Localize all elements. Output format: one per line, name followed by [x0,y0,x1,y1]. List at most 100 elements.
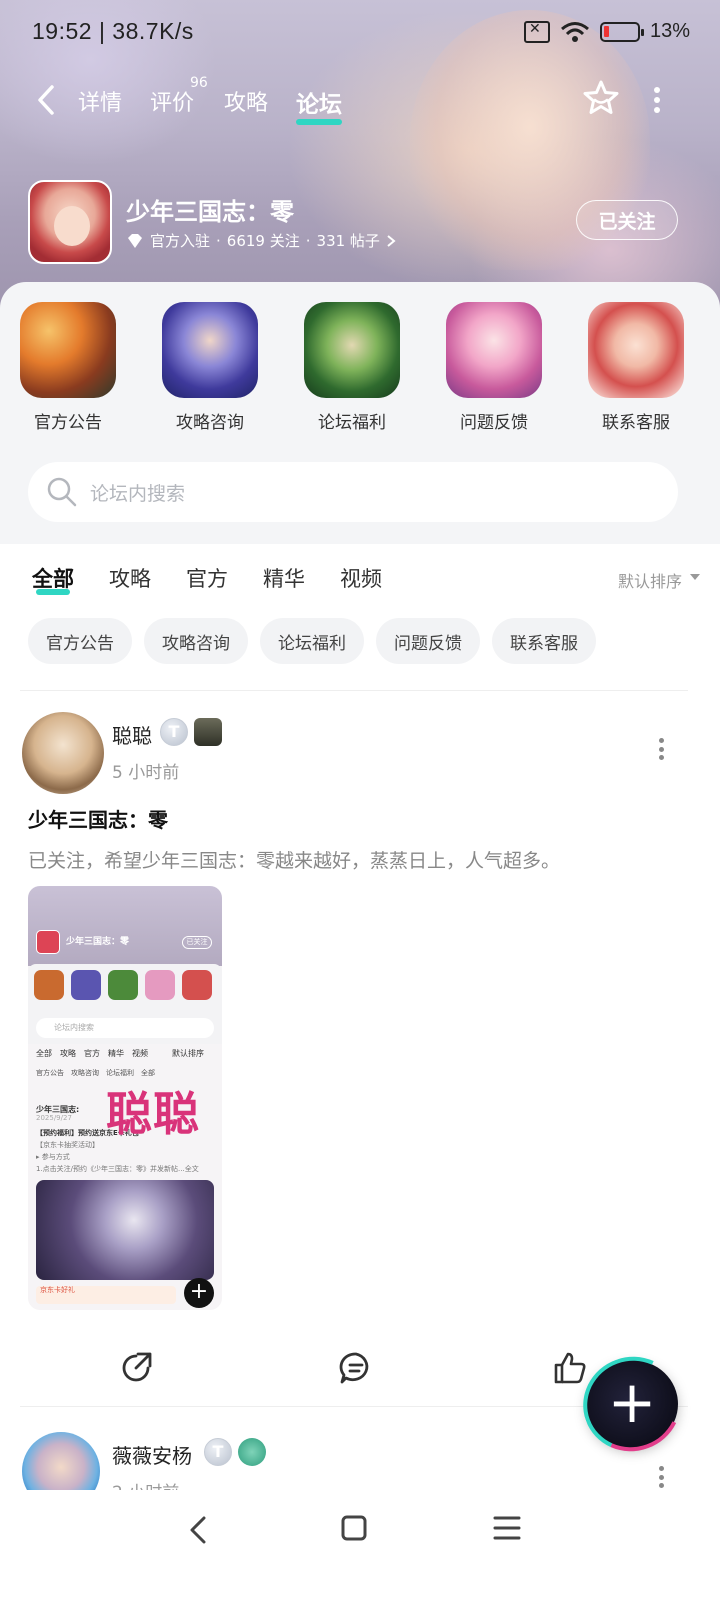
chip-customer-service[interactable]: 联系客服 [492,618,596,664]
category-forum-benefit[interactable]: 论坛福利 [297,302,407,433]
forum-panel: 官方公告 攻略咨询 论坛福利 问题反馈 联系客服 论坛内搜索 [0,282,720,544]
system-home-icon[interactable] [340,1514,368,1542]
post-body: 已关注，希望少年三国志：零越来越好，蒸蒸日上，人气超多。 [28,850,561,872]
category-guide-consult[interactable]: 攻略咨询 [155,302,265,433]
game-meta[interactable]: 官方入驻 · 6619 关注 · 331 帖子 [126,230,396,251]
more-options-icon[interactable] [652,87,662,113]
tab-guides[interactable]: 攻略 [224,85,268,117]
mini-hero-art [36,1180,214,1280]
post-title: 少年三国志：零 [28,808,168,832]
hat-badge-icon [194,718,222,746]
diamond-icon [128,233,142,248]
category-customer-service[interactable]: 联系客服 [581,302,691,433]
comment-icon[interactable] [338,1350,374,1386]
like-icon[interactable] [552,1350,588,1386]
status-icons: 13% [523,20,690,43]
chip-guide-consult[interactable]: 攻略咨询 [144,618,248,664]
mini-follow: 已关注 [182,936,212,949]
sort-dropdown[interactable]: 默认排序 [618,568,682,592]
no-sim-icon [523,20,550,43]
tab-forum[interactable]: 论坛 [296,85,342,125]
filter-tab-all[interactable]: 全部 [32,563,74,595]
watermark-text: 聪聪 [106,1087,200,1141]
mini-cat-thumb [145,970,175,1000]
search-icon [47,477,77,507]
filter-tab-video[interactable]: 视频 [340,563,382,593]
create-post-button[interactable]: + [586,1360,678,1448]
customer-service-thumb [588,302,684,398]
mini-header [28,886,222,966]
post-time: 5 小时前 [112,763,180,783]
mini-tabs: 全部 攻略 官方 精华 视频 默认排序 [36,1049,204,1058]
level-badge-icon: T [160,718,188,746]
mini-line: 1.点击关注/预约《少年三国志：零》并发新帖...全文 [36,1165,199,1173]
meta-separator: · [305,231,311,250]
category-label: 官方公告 [34,413,102,433]
filter-tab-label: 全部 [32,567,74,591]
level-badge-icon: T [204,1438,232,1466]
favorite-star-icon[interactable] [582,79,620,117]
system-back-icon[interactable] [184,1512,212,1548]
chip-official-notice[interactable]: 官方公告 [28,618,132,664]
tag-chips: 官方公告 攻略咨询 论坛福利 问题反馈 联系客服 [28,618,596,664]
filter-tab-guides[interactable]: 攻略 [109,563,151,593]
mini-post-date: 2025/9/27 [36,1114,72,1122]
chip-feedback[interactable]: 问题反馈 [376,618,480,664]
mini-title: 少年三国志：零 [66,937,130,947]
game-info: 少年三国志：零 官方入驻 · 6619 关注 · 331 帖子 已关注 [0,180,720,266]
mini-chips: 官方公告 攻略咨询 论坛福利 全部 [36,1069,155,1077]
avatar[interactable] [22,712,104,794]
reviews-count-badge: 96 [190,75,208,91]
meta-separator: · [216,231,221,250]
forum-benefit-thumb [304,302,400,398]
official-notice-thumb [20,302,116,398]
follow-count: 6619 关注 [226,232,300,250]
category-feedback[interactable]: 问题反馈 [439,302,549,433]
forum-search-input[interactable]: 论坛内搜索 [28,462,678,522]
active-tab-indicator [296,119,342,125]
tab-forum-label: 论坛 [296,92,342,118]
search-placeholder: 论坛内搜索 [90,482,186,505]
plus-icon: + [607,1368,657,1436]
mini-ad: 京东卡好礼 [36,1286,176,1304]
post-username[interactable]: 聪聪 [112,720,152,749]
status-bar: 19:52 | 38.7K/s 13% [0,0,720,68]
category-label: 论坛福利 [318,413,386,433]
category-shortcuts: 官方公告 攻略咨询 论坛福利 问题反馈 联系客服 [0,302,720,442]
chip-forum-benefit[interactable]: 论坛福利 [260,618,364,664]
back-arrow-icon[interactable] [34,83,58,117]
guide-consult-thumb [162,302,258,398]
caret-down-icon [690,574,700,580]
game-title: 少年三国志：零 [126,198,294,226]
game-icon[interactable] [28,180,112,264]
system-menu-icon[interactable] [492,1514,522,1542]
mini-game-icon [36,930,60,954]
tab-details[interactable]: 详情 [78,85,122,117]
filter-tab-featured[interactable]: 精华 [263,563,305,593]
post-more-icon[interactable] [656,1466,666,1488]
mini-line: 【京东卡抽奖活动】 [36,1141,99,1149]
mini-cat-thumb [34,970,64,1000]
mini-cat-thumb [108,970,138,1000]
chevron-right-icon [387,234,396,247]
gem-badge-icon [238,1438,266,1466]
top-nav: 详情 评价 96 攻略 论坛 [0,75,720,125]
battery-icon [599,21,644,42]
category-official-notice[interactable]: 官方公告 [13,302,123,433]
post-username[interactable]: 薇薇安杨 [112,1440,192,1469]
header-banner: 19:52 | 38.7K/s 13% 详情 评价 96 攻略 论坛 [0,0,720,320]
system-navigation-bar [0,1490,720,1600]
tab-reviews[interactable]: 评价 [150,85,194,117]
feedback-thumb [446,302,542,398]
post-screenshot-image[interactable]: 少年三国志：零 已关注 论坛内搜索 全部 攻略 官方 精华 视频 默认排序 官方… [28,886,222,1310]
filter-tab-official[interactable]: 官方 [186,563,228,593]
post-more-icon[interactable] [656,738,666,760]
followed-button[interactable]: 已关注 [576,200,678,240]
battery-percent: 13% [649,20,690,42]
official-label: 官方入驻 [150,232,211,250]
mini-line: ▸ 参与方式 [36,1153,70,1161]
status-time-speed: 19:52 | 38.7K/s [32,18,194,44]
share-icon[interactable] [118,1350,154,1386]
category-label: 攻略咨询 [176,413,244,433]
post-count: 331 帖子 [316,232,380,250]
